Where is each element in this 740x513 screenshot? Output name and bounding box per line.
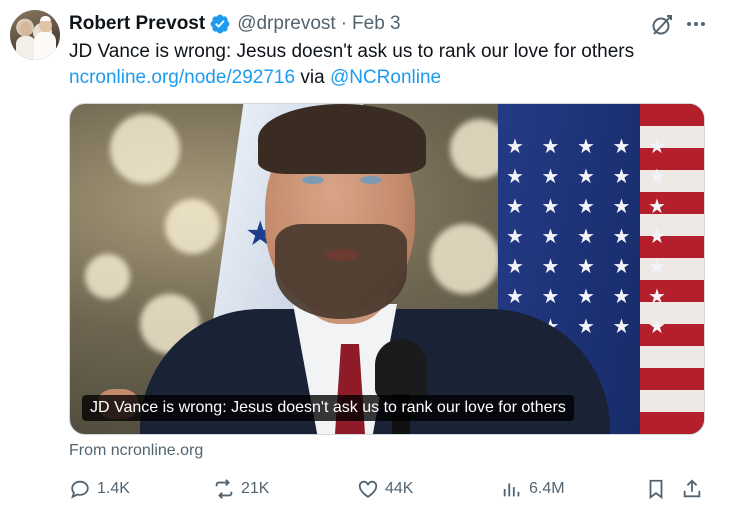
bookmark-icon — [649, 479, 663, 500]
article-link[interactable]: ncronline.org/node/292716 — [69, 67, 295, 88]
tweet-text-main: JD Vance is wrong: Jesus doesn't ask us … — [69, 41, 635, 62]
avatar[interactable] — [10, 10, 60, 60]
tweet-header: Robert Prevost @drprevost · Feb 3 — [69, 12, 401, 36]
card-source[interactable]: From ncronline.org — [69, 442, 203, 460]
tweet-text: JD Vance is wrong: Jesus doesn't ask us … — [69, 39, 719, 91]
mention-link[interactable]: @NCRonline — [330, 67, 441, 88]
reply-button[interactable]: 1.4K — [69, 476, 130, 502]
author-handle[interactable]: @drprevost — [237, 13, 336, 35]
via-text: via — [295, 67, 330, 88]
repost-button[interactable]: 21K — [213, 476, 269, 502]
tweet: Robert Prevost @drprevost · Feb 3 JD Van… — [0, 0, 740, 513]
action-bar: 1.4K 21K 44K 6.4M — [69, 476, 709, 502]
like-icon — [358, 480, 378, 498]
repost-icon — [215, 479, 233, 499]
views-button[interactable]: 6.4M — [501, 476, 565, 502]
link-card-image[interactable]: ★ ★ ★ ★ ★ ★ ★ ★ ★ ★ ★ ★ ★ ★ ★ ★ ★ ★ ★ ★ … — [69, 103, 705, 435]
microphone — [375, 339, 427, 399]
repost-count: 21K — [241, 480, 270, 497]
share-button[interactable] — [681, 476, 703, 502]
reply-icon — [71, 480, 89, 499]
verified-badge-icon[interactable] — [209, 13, 231, 35]
grok-icon[interactable] — [650, 13, 674, 37]
more-icon[interactable] — [684, 12, 708, 36]
like-count: 44K — [385, 480, 414, 497]
separator-dot: · — [340, 13, 348, 34]
views-icon — [503, 483, 520, 497]
share-icon — [683, 479, 701, 498]
tweet-date[interactable]: Feb 3 — [352, 13, 401, 35]
tweet-text-links: ncronline.org/node/292716 via @NCRonline — [69, 65, 719, 91]
reply-count: 1.4K — [97, 480, 130, 497]
card-caption: JD Vance is wrong: Jesus doesn't ask us … — [82, 395, 574, 421]
views-count: 6.4M — [529, 480, 565, 497]
bookmark-button[interactable] — [645, 476, 667, 502]
author-name[interactable]: Robert Prevost — [69, 13, 205, 35]
like-button[interactable]: 44K — [357, 476, 413, 502]
